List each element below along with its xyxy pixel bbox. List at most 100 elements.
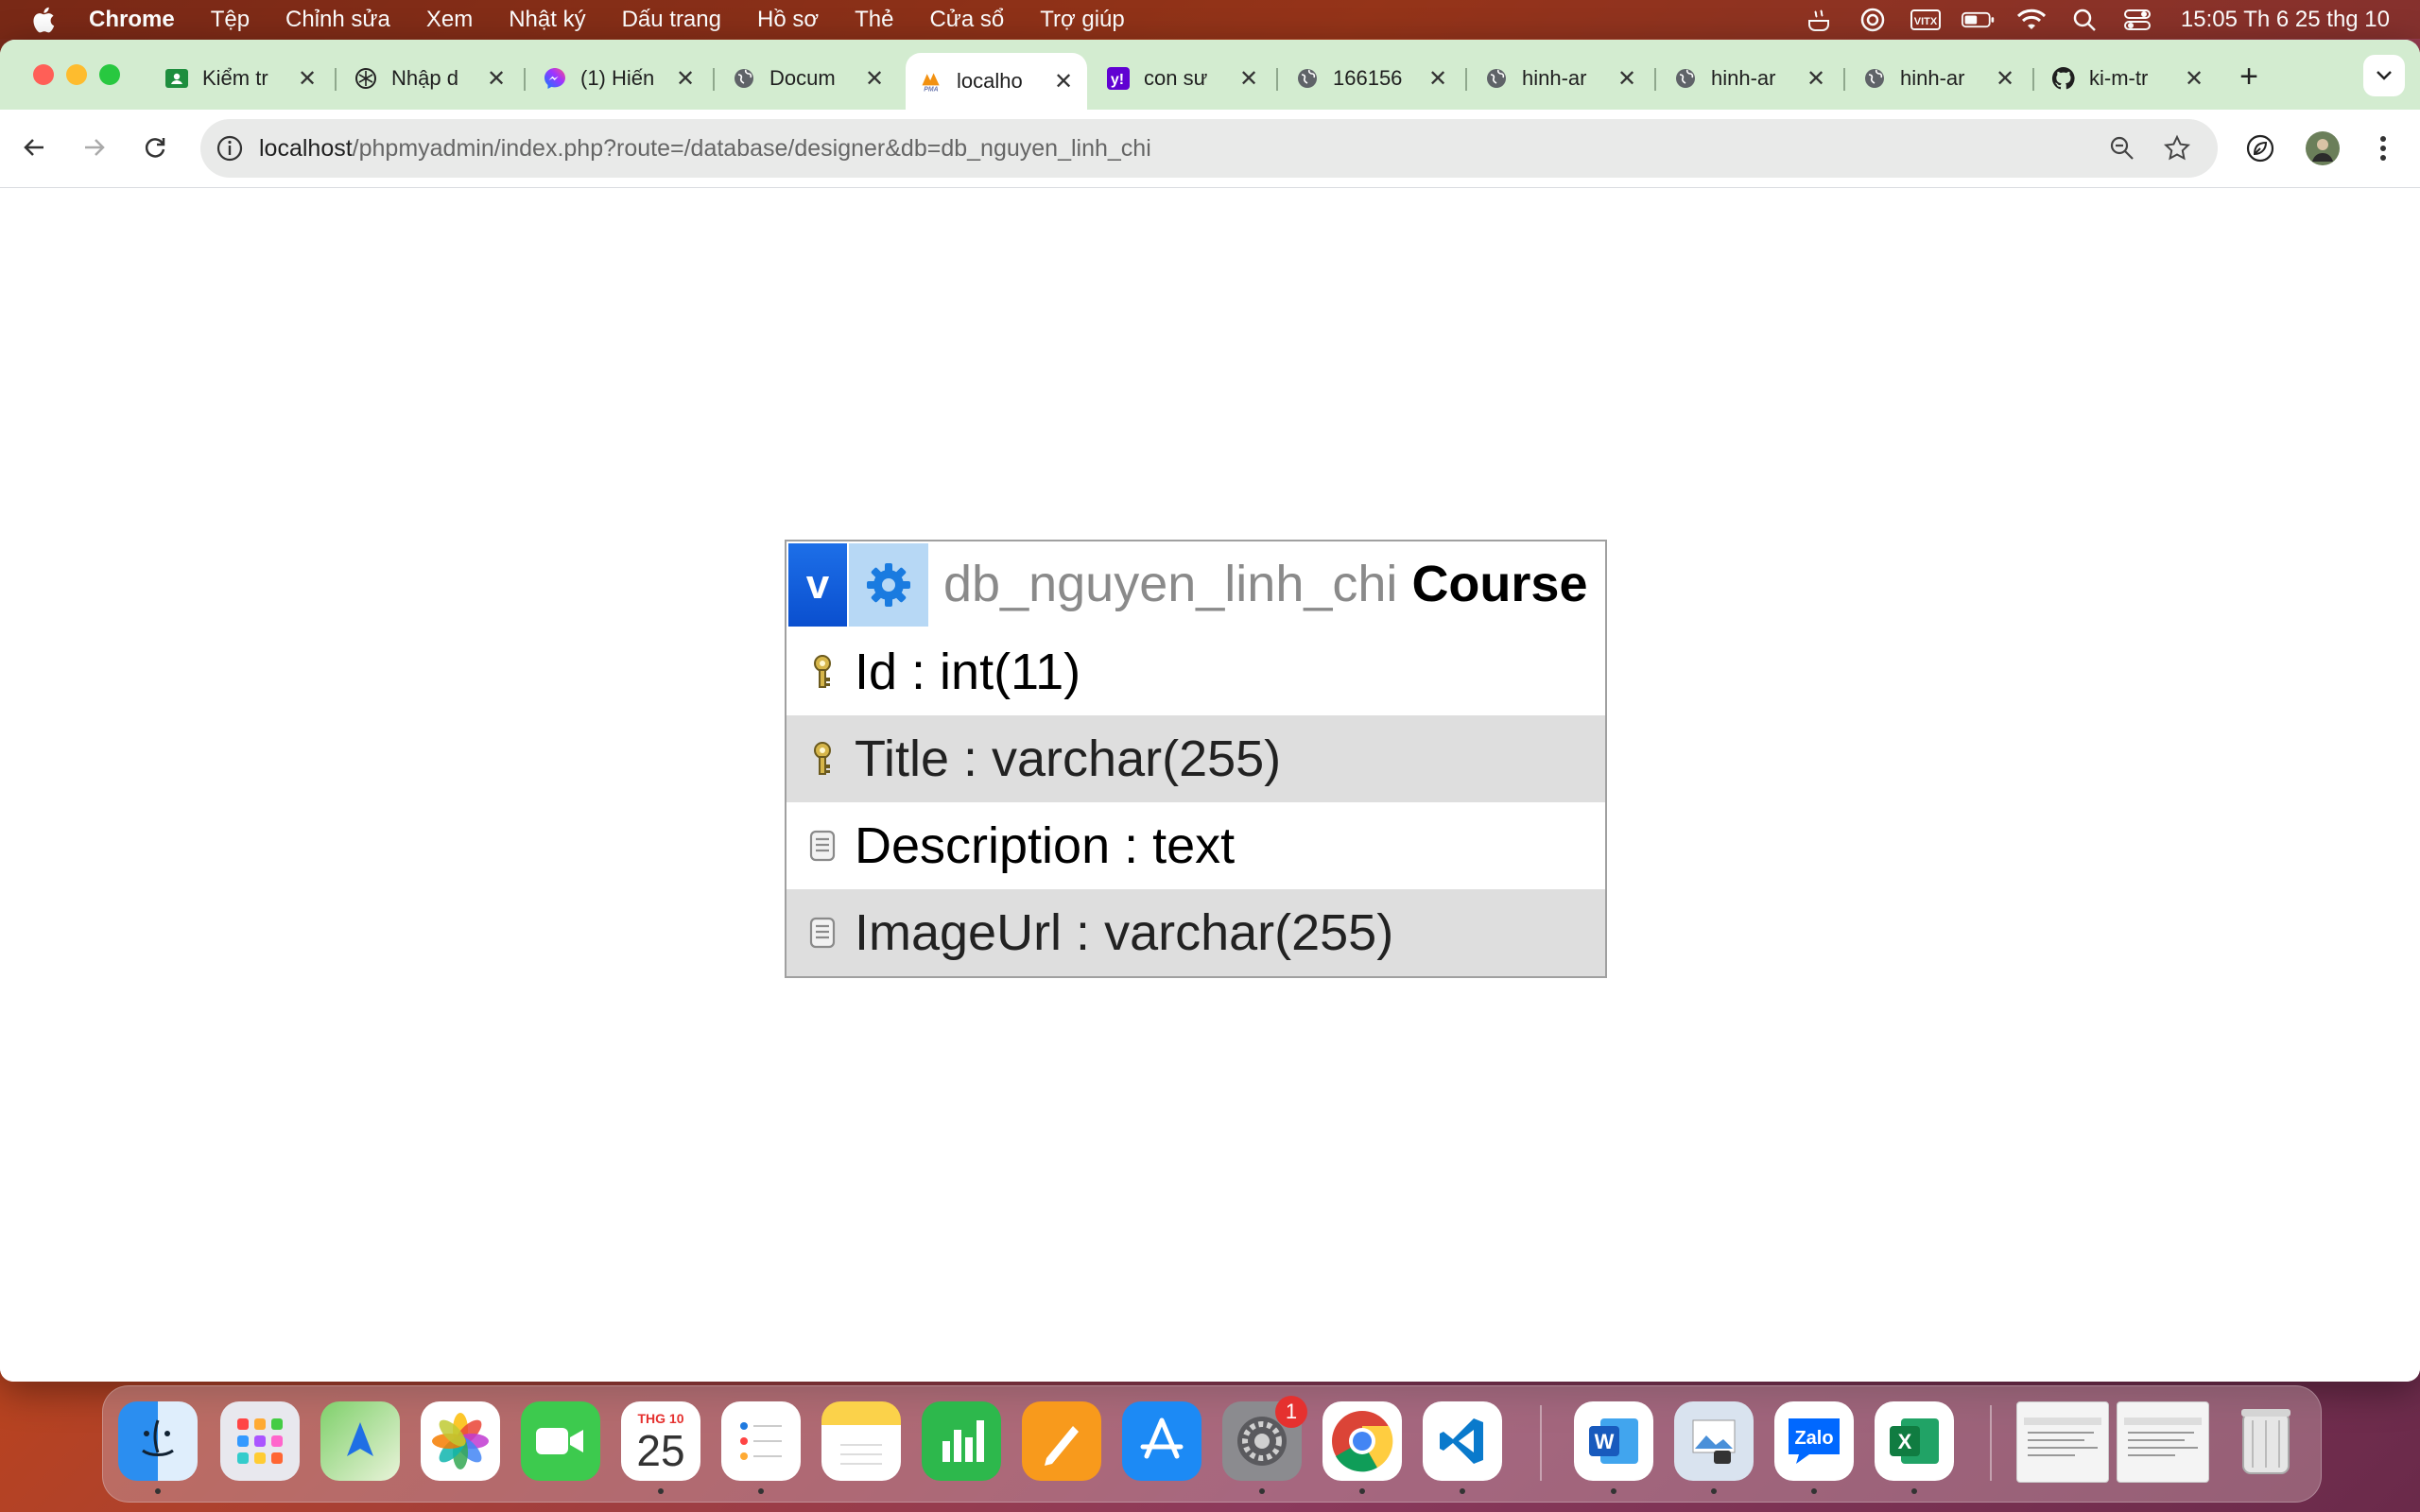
profile-avatar[interactable] — [2305, 130, 2341, 166]
close-tab-icon[interactable]: ✕ — [1615, 66, 1639, 92]
reload-icon[interactable] — [134, 127, 176, 168]
menu-app-name[interactable]: Chrome — [89, 7, 175, 33]
control-center-icon[interactable] — [2120, 7, 2154, 33]
fullscreen-window-button[interactable] — [99, 64, 120, 85]
close-tab-icon[interactable]: ✕ — [1051, 69, 1076, 94]
column-row[interactable]: ImageUrl : varchar(255) — [786, 889, 1605, 976]
extension-status-icon[interactable] — [1803, 7, 1837, 33]
notification-badge: 1 — [1275, 1396, 1307, 1428]
designer-table-title[interactable]: db_nguyen_linh_chi Course — [943, 555, 1587, 613]
menu-help[interactable]: Trợ giúp — [1040, 7, 1125, 33]
menu-edit[interactable]: Chỉnh sửa — [285, 7, 390, 33]
new-tab-plus-icon[interactable]: + — [2235, 59, 2263, 94]
menu-profiles[interactable]: Hồ sơ — [757, 7, 819, 33]
forward-arrow-icon[interactable] — [74, 127, 115, 168]
tab-search-chevron-icon[interactable] — [2363, 55, 2405, 96]
column-row[interactable]: Title : varchar(255) — [786, 715, 1605, 802]
tab-chatgpt[interactable]: Nhập d ✕ — [340, 53, 520, 104]
minimized-window-thumbnail[interactable] — [2117, 1401, 2209, 1483]
menu-history[interactable]: Nhật ký — [509, 7, 585, 33]
dock-separator — [1540, 1405, 1542, 1481]
zalo-icon[interactable]: Zalo — [1774, 1401, 1854, 1481]
system-settings-icon[interactable]: 1 — [1222, 1396, 1307, 1481]
zoom-magnifier-icon[interactable] — [2106, 132, 2138, 164]
close-tab-icon[interactable]: ✕ — [862, 66, 887, 92]
close-window-button[interactable] — [33, 64, 54, 85]
facetime-icon[interactable] — [521, 1401, 600, 1481]
battery-icon[interactable] — [1961, 7, 1996, 33]
close-tab-icon[interactable]: ✕ — [2182, 66, 2206, 92]
bookmark-star-icon[interactable] — [2161, 132, 2193, 164]
reminders-icon[interactable] — [721, 1401, 801, 1481]
app-store-icon[interactable] — [1122, 1401, 1201, 1481]
minimize-window-button[interactable] — [66, 64, 87, 85]
tab-messenger[interactable]: (1) Hiến ✕ — [529, 53, 709, 104]
maps-icon[interactable] — [320, 1401, 400, 1481]
chrome-menu-kebab-icon[interactable] — [2367, 132, 2399, 164]
creative-cloud-icon[interactable] — [1856, 7, 1890, 33]
calendar-icon[interactable]: THG 10 25 — [621, 1401, 700, 1481]
tab-hinh-anh-2[interactable]: hinh-ar ✕ — [1660, 53, 1840, 104]
numbers-icon[interactable] — [922, 1401, 1001, 1481]
chatgpt-icon — [354, 66, 378, 91]
menu-tab[interactable]: Thẻ — [855, 7, 893, 33]
site-info-icon[interactable] — [214, 132, 246, 164]
notes-icon[interactable] — [821, 1401, 901, 1481]
address-bar[interactable]: localhost/phpmyadmin/index.php?route=/da… — [200, 119, 2218, 178]
chrome-icon[interactable] — [1322, 1401, 1402, 1481]
menu-file[interactable]: Tệp — [211, 7, 250, 33]
preview-icon[interactable] — [1674, 1401, 1754, 1481]
tab-hinh-anh-1[interactable]: hinh-ar ✕ — [1471, 53, 1651, 104]
primary-key-icon — [804, 740, 841, 778]
designer-table-header[interactable]: v db_nguyen_linh_chi Course — [786, 541, 1605, 628]
menu-window[interactable]: Cửa sổ — [929, 7, 1004, 33]
menu-bookmarks[interactable]: Dấu trang — [622, 7, 721, 33]
close-tab-icon[interactable]: ✕ — [1236, 66, 1261, 92]
tab-hinh-anh-3[interactable]: hinh-ar ✕ — [1849, 53, 2029, 104]
photos-icon[interactable] — [421, 1401, 500, 1481]
globe-icon — [1484, 66, 1509, 91]
close-tab-icon[interactable]: ✕ — [295, 66, 320, 92]
minimized-window-thumbnail[interactable] — [2016, 1401, 2109, 1483]
excel-icon[interactable]: X — [1875, 1401, 1954, 1481]
column-row[interactable]: Id : int(11) — [786, 628, 1605, 715]
table-options-gear-icon[interactable] — [849, 543, 928, 627]
word-icon[interactable]: W — [1574, 1401, 1653, 1481]
globe-icon — [1862, 66, 1887, 91]
menu-view[interactable]: Xem — [426, 7, 473, 33]
tab-divider — [1654, 68, 1656, 91]
tab-phpmyadmin-active[interactable]: PMA localho ✕ — [906, 53, 1087, 110]
svg-text:PMA: PMA — [924, 86, 938, 93]
finder-icon[interactable] — [118, 1401, 198, 1481]
tab-yahoo[interactable]: y! con sư ✕ — [1093, 53, 1272, 104]
trash-icon[interactable] — [2226, 1401, 2306, 1481]
tab-divider — [335, 68, 337, 91]
close-tab-icon[interactable]: ✕ — [1993, 66, 2017, 92]
pages-icon[interactable] — [1022, 1401, 1101, 1481]
input-method-icon[interactable]: VITX — [1909, 7, 1943, 33]
tab-divider — [524, 68, 526, 91]
close-tab-icon[interactable]: ✕ — [673, 66, 698, 92]
column-field-icon — [804, 914, 841, 952]
column-label: ImageUrl : varchar(255) — [855, 904, 1394, 961]
tab-github[interactable]: ki-m-tr ✕ — [2038, 53, 2218, 104]
url-text[interactable]: localhost/phpmyadmin/index.php?route=/da… — [259, 135, 1151, 163]
tab-document[interactable]: Docum ✕ — [718, 53, 898, 104]
toggle-table-button[interactable]: v — [788, 543, 847, 627]
wifi-icon[interactable] — [2014, 7, 2048, 33]
vscode-icon[interactable] — [1423, 1401, 1502, 1481]
close-tab-icon[interactable]: ✕ — [1804, 66, 1828, 92]
extension-leaf-icon[interactable] — [2244, 132, 2276, 164]
spotlight-search-icon[interactable] — [2067, 7, 2101, 33]
back-arrow-icon[interactable] — [13, 127, 55, 168]
close-tab-icon[interactable]: ✕ — [1426, 66, 1450, 92]
launchpad-icon[interactable] — [220, 1401, 300, 1481]
tab-166156[interactable]: 166156 ✕ — [1282, 53, 1461, 104]
menu-bar-clock[interactable]: 15:05 Th 6 25 thg 10 — [2181, 7, 2390, 33]
designer-table-course[interactable]: v db_nguyen_linh_chi Course Id : int(11)… — [785, 540, 1607, 978]
phpmyadmin-icon: PMA — [919, 69, 943, 94]
apple-menu-icon[interactable] — [32, 6, 57, 34]
column-row[interactable]: Description : text — [786, 802, 1605, 889]
close-tab-icon[interactable]: ✕ — [484, 66, 509, 92]
tab-kiem-tra[interactable]: Kiểm tr ✕ — [151, 53, 331, 104]
